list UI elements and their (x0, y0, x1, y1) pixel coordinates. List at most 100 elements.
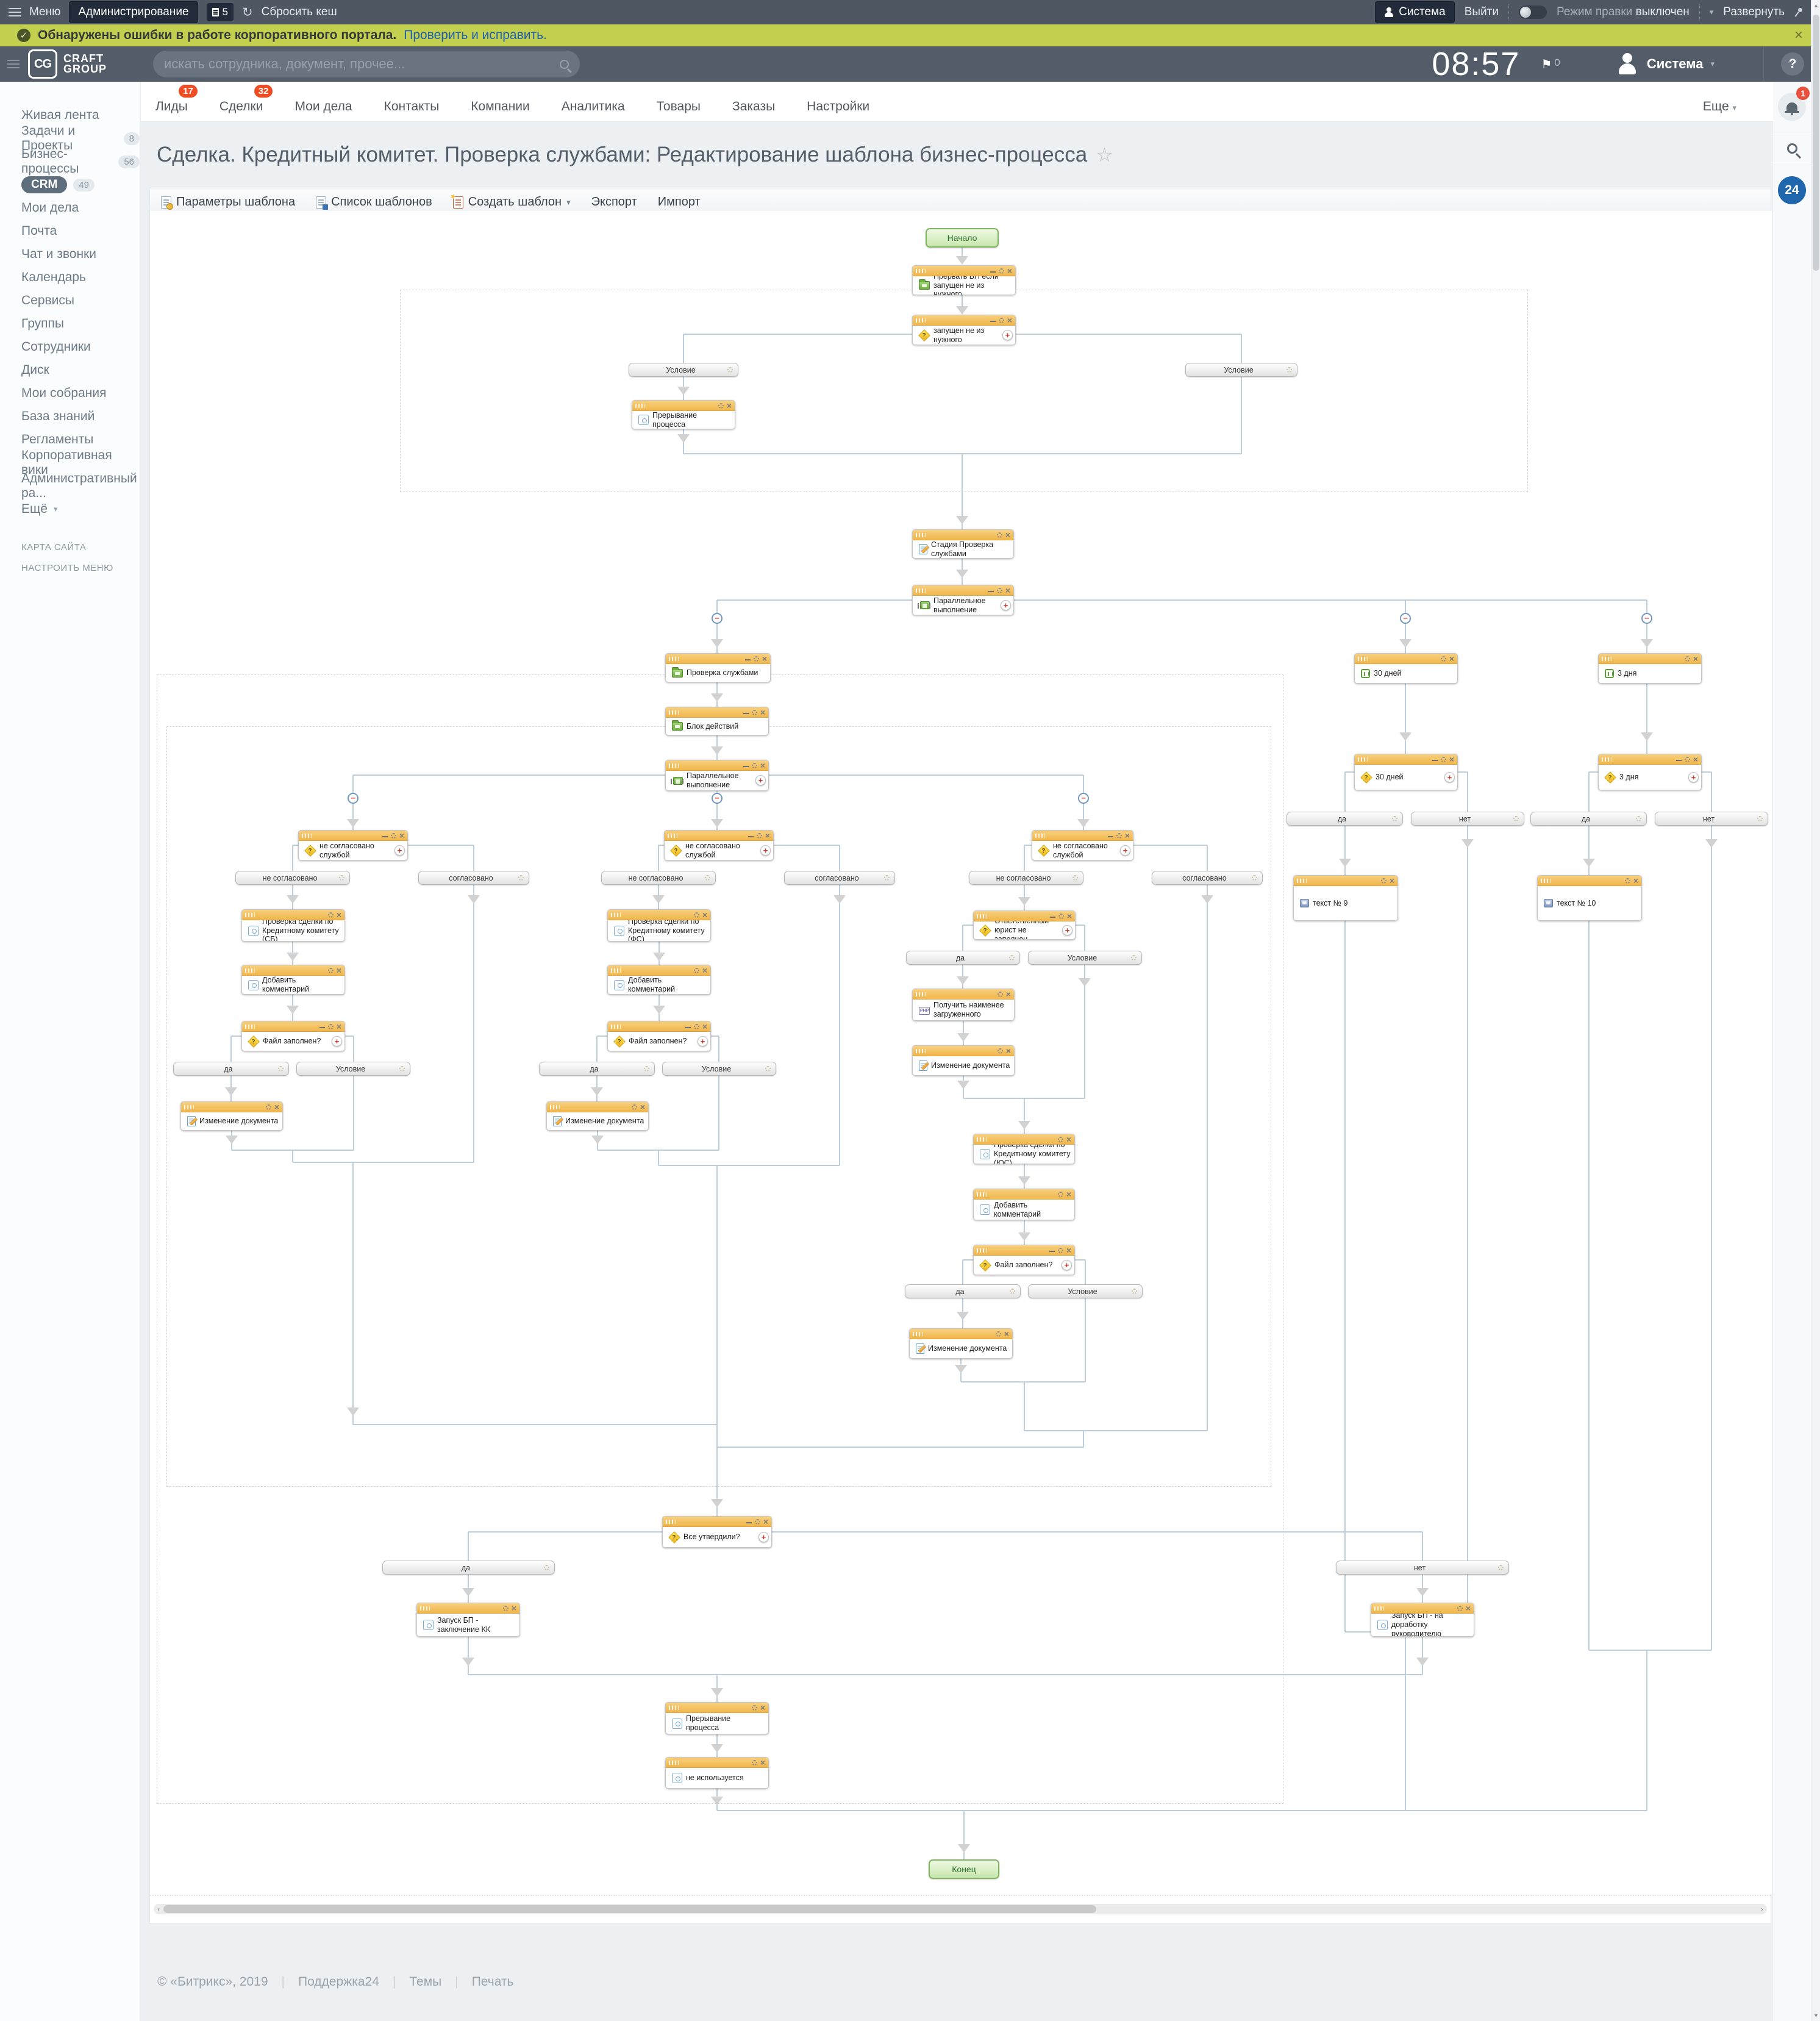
clear-cache-button[interactable]: Сбросить кеш (262, 5, 337, 19)
rail-search-button[interactable] (1773, 132, 1811, 165)
sidebar-item-services[interactable]: Сервисы (0, 289, 140, 312)
sidebar-item-meetings[interactable]: Мои собрания (0, 382, 140, 405)
add-action-icon[interactable]: + (1062, 1260, 1072, 1270)
flow-node-e3[interactable]: ×Изменение документа (912, 1045, 1015, 1076)
template-params-button[interactable]: Параметры шаблона (161, 195, 295, 209)
import-button[interactable]: Импорт (658, 195, 701, 209)
flow-node-nsl3[interactable]: ×не согласовано службой+ (1032, 830, 1133, 860)
drag-handle-icon[interactable] (977, 1137, 987, 1142)
flow-node-us[interactable]: ×Проверка сделки по Кредитному комитету … (973, 1134, 1075, 1164)
sidebar-toggle-icon[interactable] (7, 60, 20, 68)
branch-settings-icon[interactable] (1757, 816, 1763, 821)
node-delete-icon[interactable]: × (1390, 878, 1394, 884)
drag-handle-icon[interactable] (916, 992, 926, 996)
node-settings-icon[interactable] (1441, 656, 1446, 662)
add-action-icon[interactable]: + (332, 1036, 342, 1046)
node-delete-icon[interactable]: × (1466, 1605, 1471, 1611)
node-delete-icon[interactable]: × (1004, 1331, 1009, 1337)
tab-leads[interactable]: Лиды17 (155, 99, 188, 114)
scrollbar-thumb[interactable] (163, 1905, 1096, 1913)
flow-node-chk[interactable]: ×Проверка службами (665, 653, 771, 682)
footer-link-support[interactable]: Поддержка24 (298, 1975, 379, 1989)
add-action-icon[interactable]: + (755, 775, 766, 785)
add-action-icon[interactable]: + (760, 845, 771, 856)
drag-handle-icon[interactable] (184, 1105, 194, 1109)
node-settings-icon[interactable] (1685, 656, 1690, 662)
flow-node-blk[interactable]: ×Блок действий (665, 707, 769, 735)
flow-node-p1[interactable]: ×Параллельное выполнение+ (912, 585, 1014, 615)
sidebar-item-groups[interactable]: Группы (0, 312, 140, 335)
drag-handle-icon[interactable] (611, 1025, 621, 1029)
node-delete-icon[interactable]: × (1066, 1247, 1071, 1253)
node-settings-icon[interactable] (1116, 833, 1122, 839)
flow-node-cm1[interactable]: ×Добавить комментарий (241, 965, 345, 995)
flow-branch-sa2[interactable]: согласовано (784, 871, 895, 885)
tab-analytics[interactable]: Аналитика (562, 99, 625, 114)
tabs-more-button[interactable]: Еще ▾ (1703, 99, 1736, 114)
flow-branch-nsa2[interactable]: не согласовано (601, 871, 716, 885)
flow-branch-ada[interactable]: да (382, 1561, 555, 1575)
drag-handle-icon[interactable] (245, 913, 255, 917)
node-minimize-icon[interactable] (1432, 760, 1438, 762)
node-delete-icon[interactable]: × (1693, 756, 1698, 762)
collapse-branch-icon[interactable]: − (1078, 793, 1089, 804)
flow-node-f3[interactable]: ×Файл заполнен?+ (973, 1245, 1075, 1275)
drag-handle-icon[interactable] (635, 404, 645, 408)
flow-node-t10[interactable]: ×текст № 10 (1537, 875, 1642, 921)
drag-handle-icon[interactable] (669, 710, 679, 715)
drag-handle-icon[interactable] (1358, 757, 1368, 762)
branch-settings-icon[interactable] (1513, 816, 1519, 821)
flow-node-f1[interactable]: ×Файл заполнен?+ (241, 1021, 345, 1051)
node-settings-icon[interactable] (328, 968, 334, 973)
flow-branch-u2[interactable]: Условие (662, 1062, 776, 1076)
drag-handle-icon[interactable] (977, 1248, 987, 1253)
node-delete-icon[interactable]: × (1125, 832, 1130, 839)
refresh-icon[interactable]: ↻ (242, 5, 253, 20)
branch-settings-icon[interactable] (1392, 816, 1397, 821)
flow-node-c3d[interactable]: ×3 дня+ (1598, 754, 1702, 790)
flow-branch-c1[interactable]: Условие (629, 363, 738, 377)
sidebar-item-disk[interactable]: Диск (0, 359, 140, 382)
node-settings-icon[interactable] (694, 968, 699, 973)
node-settings-icon[interactable] (1457, 1606, 1463, 1611)
sidebar-item-chat[interactable]: Чат и звонки (0, 243, 140, 266)
node-delete-icon[interactable]: × (337, 1023, 341, 1029)
add-action-icon[interactable]: + (1001, 600, 1011, 610)
node-settings-icon[interactable] (1441, 757, 1446, 762)
tab-settings[interactable]: Настройки (807, 99, 869, 114)
sidebar-item-admin[interactable]: Административный ра... (0, 474, 140, 498)
node-settings-icon[interactable] (757, 833, 762, 839)
node-delete-icon[interactable]: × (1066, 1136, 1071, 1142)
node-minimize-icon[interactable] (319, 1027, 325, 1029)
node-settings-icon[interactable] (754, 656, 759, 662)
flow-node-t9[interactable]: ×текст № 9 (1293, 875, 1398, 921)
add-action-icon[interactable]: + (1688, 772, 1699, 782)
sidebar-item-calendar[interactable]: Календарь (0, 266, 140, 289)
expand-button[interactable]: Развернуть (1723, 5, 1785, 19)
flow-node-p2[interactable]: ×Параллельное выполнение+ (665, 760, 769, 791)
node-delete-icon[interactable]: × (1005, 532, 1010, 538)
node-delete-icon[interactable]: × (760, 1704, 765, 1711)
node-settings-icon[interactable] (632, 1104, 637, 1110)
flow-branch-nsa3[interactable]: не согласовано (969, 871, 1083, 885)
branch-settings-icon[interactable] (1498, 1565, 1504, 1570)
node-settings-icon[interactable] (755, 1519, 760, 1525)
branch-settings-icon[interactable] (1131, 955, 1137, 960)
scroll-up-icon[interactable]: ▲ (1811, 2, 1820, 9)
sidebar-item-more[interactable]: Ещё▾ (0, 498, 140, 521)
node-delete-icon[interactable]: × (760, 762, 765, 768)
flow-node-bkk[interactable]: ×Запуск БП - заключение КК (416, 1603, 520, 1637)
add-action-icon[interactable]: + (1444, 772, 1455, 782)
flow-branch-n3d[interactable]: нет (1655, 812, 1768, 826)
branch-settings-icon[interactable] (644, 1066, 649, 1071)
node-minimize-icon[interactable] (746, 1522, 752, 1524)
help-button[interactable]: ? (1781, 52, 1804, 76)
search-input[interactable] (164, 56, 560, 72)
node-delete-icon[interactable]: × (337, 912, 341, 918)
scroll-down-icon[interactable]: ▼ (1811, 2012, 1820, 2019)
node-settings-icon[interactable] (1625, 878, 1630, 884)
drag-handle-icon[interactable] (1035, 834, 1045, 838)
node-settings-icon[interactable] (694, 912, 699, 918)
close-icon[interactable]: × (1794, 27, 1803, 44)
sidebar-item-crm[interactable]: CRM49 (0, 173, 140, 196)
